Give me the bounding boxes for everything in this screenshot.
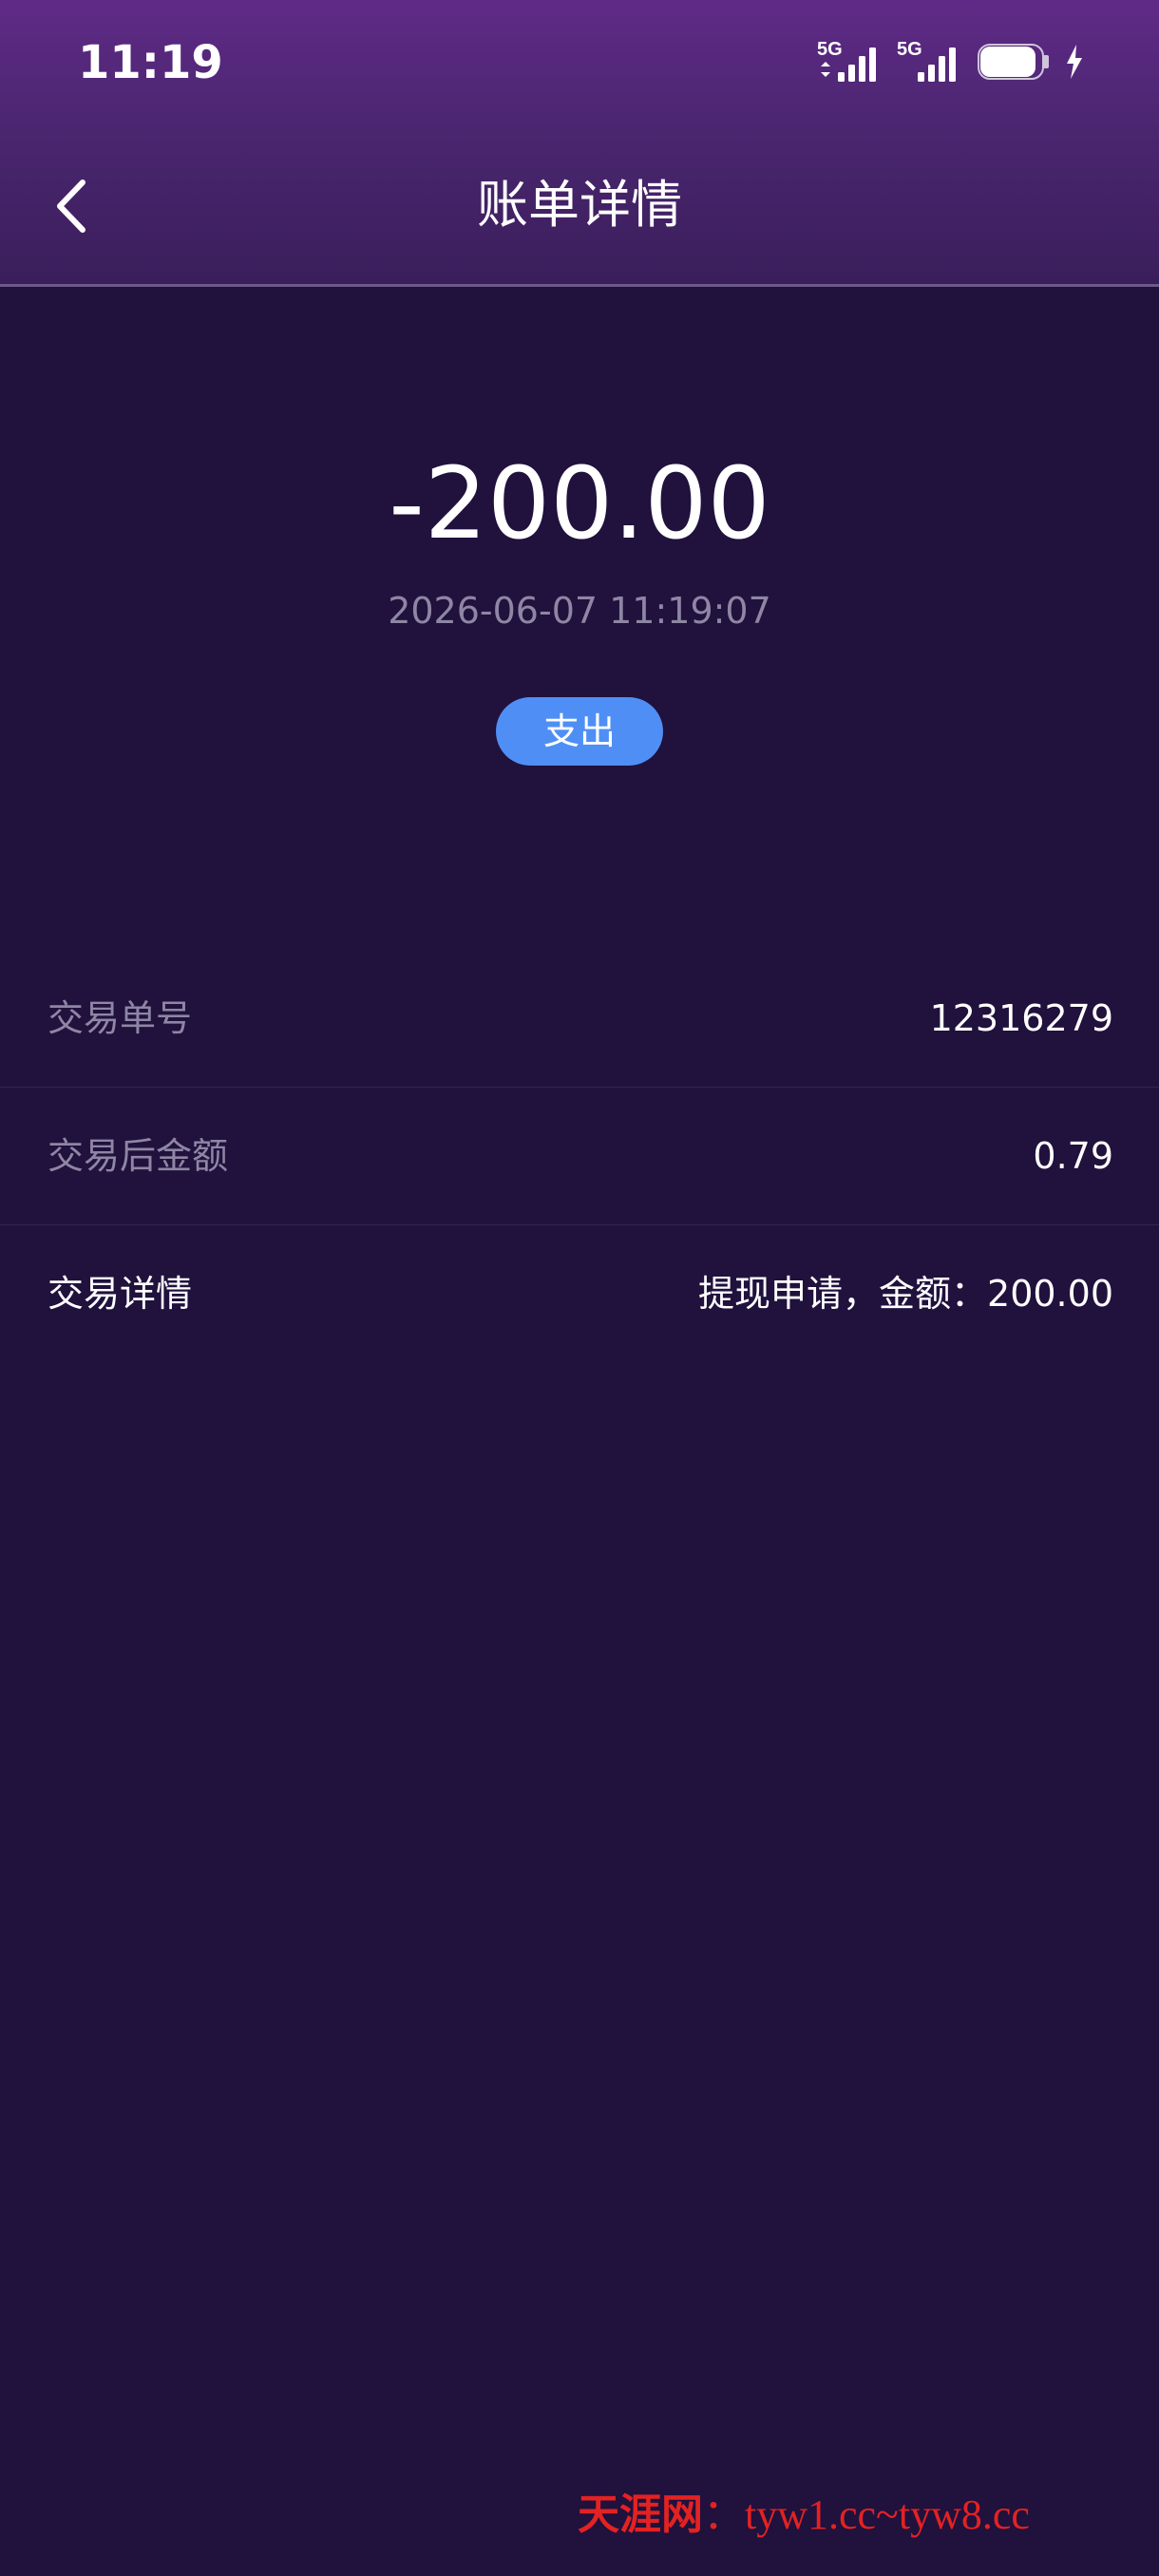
battery-icon [978,44,1049,80]
signal-5g-icon: 5G [897,39,956,82]
sim2-label: 5G [897,39,922,60]
detail-value: 12316279 [929,997,1113,1039]
watermark-url: tyw1.cc~tyw8.cc [745,2491,1030,2538]
detail-row-transaction-details: 交易详情 提现申请，金额：200.00 [0,1225,1159,1363]
status-time: 11:19 [78,36,223,89]
transaction-type-badge: 支出 [496,697,663,766]
page-title: 账单详情 [477,175,682,235]
detail-value: 提现申请，金额：200.00 [698,1273,1113,1315]
detail-label: 交易后金额 [48,1135,229,1177]
detail-row-balance-after: 交易后金额 0.79 [0,1088,1159,1225]
status-icons: 5G 5G [817,38,1085,85]
detail-label: 交易详情 [48,1273,193,1315]
watermark: 天涯网：tyw1.cc~tyw8.cc [578,2487,1148,2544]
detail-label: 交易单号 [48,997,193,1039]
transaction-amount: -200.00 [389,445,770,561]
transaction-datetime: 2026-06-07 11:19:07 [388,590,771,632]
detail-value: 0.79 [1033,1135,1113,1177]
signal-5g-icon: 5G [817,39,876,82]
detail-row-transaction-id: 交易单号 12316279 [0,950,1159,1088]
watermark-brand: 天涯网 [578,2491,703,2539]
app-header: 11:19 5G 5G 账单详情 [0,0,1159,287]
charging-icon [1067,45,1082,79]
detail-list: 交易单号 12316279 交易后金额 0.79 交易详情 提现申请，金额：20… [0,950,1159,1363]
sim1-label: 5G [817,39,843,60]
watermark-separator: ： [703,2491,745,2539]
